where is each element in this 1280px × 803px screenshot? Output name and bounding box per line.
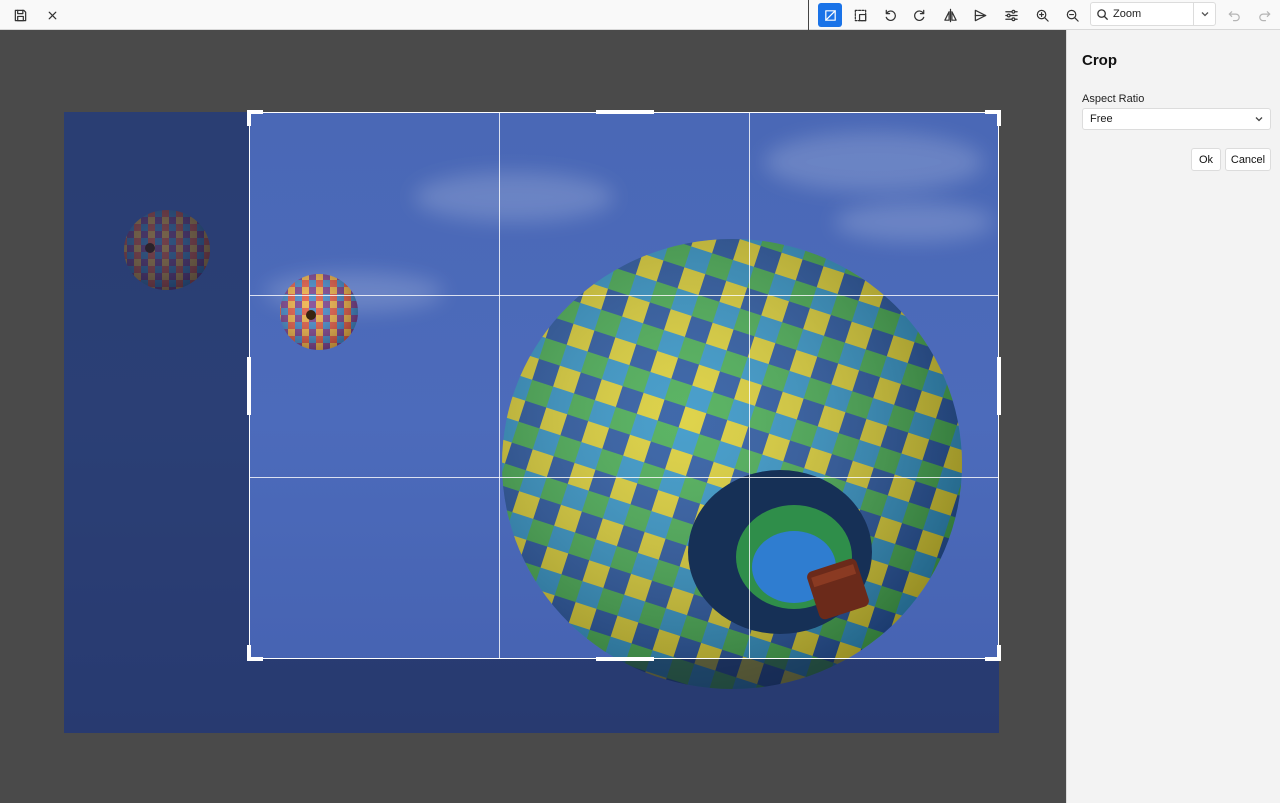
crop-handle-bottom[interactable]: [596, 657, 654, 661]
save-icon[interactable]: [8, 3, 32, 27]
toolbar: Zoom: [0, 0, 1280, 30]
annotate-icon[interactable]: [968, 3, 992, 27]
crop-grid-line: [749, 113, 750, 658]
crop-handle-left[interactable]: [247, 357, 251, 415]
zoom-out-icon[interactable]: [1060, 3, 1084, 27]
search-icon: [1091, 3, 1113, 25]
chevron-down-icon[interactable]: [1193, 3, 1215, 25]
crop-selection[interactable]: [247, 110, 1001, 661]
adjust-icon[interactable]: [999, 3, 1023, 27]
crop-panel: Crop Aspect Ratio Free Ok Cancel: [1066, 30, 1280, 803]
chevron-down-icon: [1248, 114, 1270, 124]
crop-handle-right[interactable]: [997, 357, 1001, 415]
flip-icon[interactable]: [938, 3, 962, 27]
aspect-ratio-label: Aspect Ratio: [1082, 93, 1145, 105]
toolbar-divider: [808, 0, 809, 30]
resize-icon[interactable]: [848, 3, 872, 27]
crop-grid-line: [250, 295, 998, 296]
crop-handle-bottom-left[interactable]: [247, 645, 251, 661]
rotate-right-icon[interactable]: [907, 3, 931, 27]
undo-icon[interactable]: [1222, 3, 1246, 27]
crop-icon[interactable]: [818, 3, 842, 27]
crop-grid-line: [499, 113, 500, 658]
image-canvas: [0, 30, 1066, 803]
crop-handle-top-left[interactable]: [247, 110, 251, 126]
crop-mask-bottom: [249, 659, 999, 733]
redo-icon[interactable]: [1252, 3, 1276, 27]
panel-title: Crop: [1082, 52, 1117, 69]
crop-mask-left: [64, 112, 249, 733]
crop-grid-line: [250, 477, 998, 478]
crop-handle-top[interactable]: [596, 110, 654, 114]
close-icon[interactable]: [40, 3, 64, 27]
zoom-label: Zoom: [1113, 8, 1142, 20]
aspect-ratio-select[interactable]: Free: [1082, 108, 1271, 130]
rotate-left-icon[interactable]: [878, 3, 902, 27]
crop-handle-bottom-right[interactable]: [997, 645, 1001, 661]
zoom-in-icon[interactable]: [1030, 3, 1054, 27]
cancel-button[interactable]: Cancel: [1225, 148, 1271, 171]
aspect-ratio-value: Free: [1090, 113, 1113, 125]
crop-handle-top-right[interactable]: [997, 110, 1001, 126]
zoom-combobox[interactable]: Zoom: [1090, 2, 1216, 26]
ok-button[interactable]: Ok: [1191, 148, 1221, 171]
